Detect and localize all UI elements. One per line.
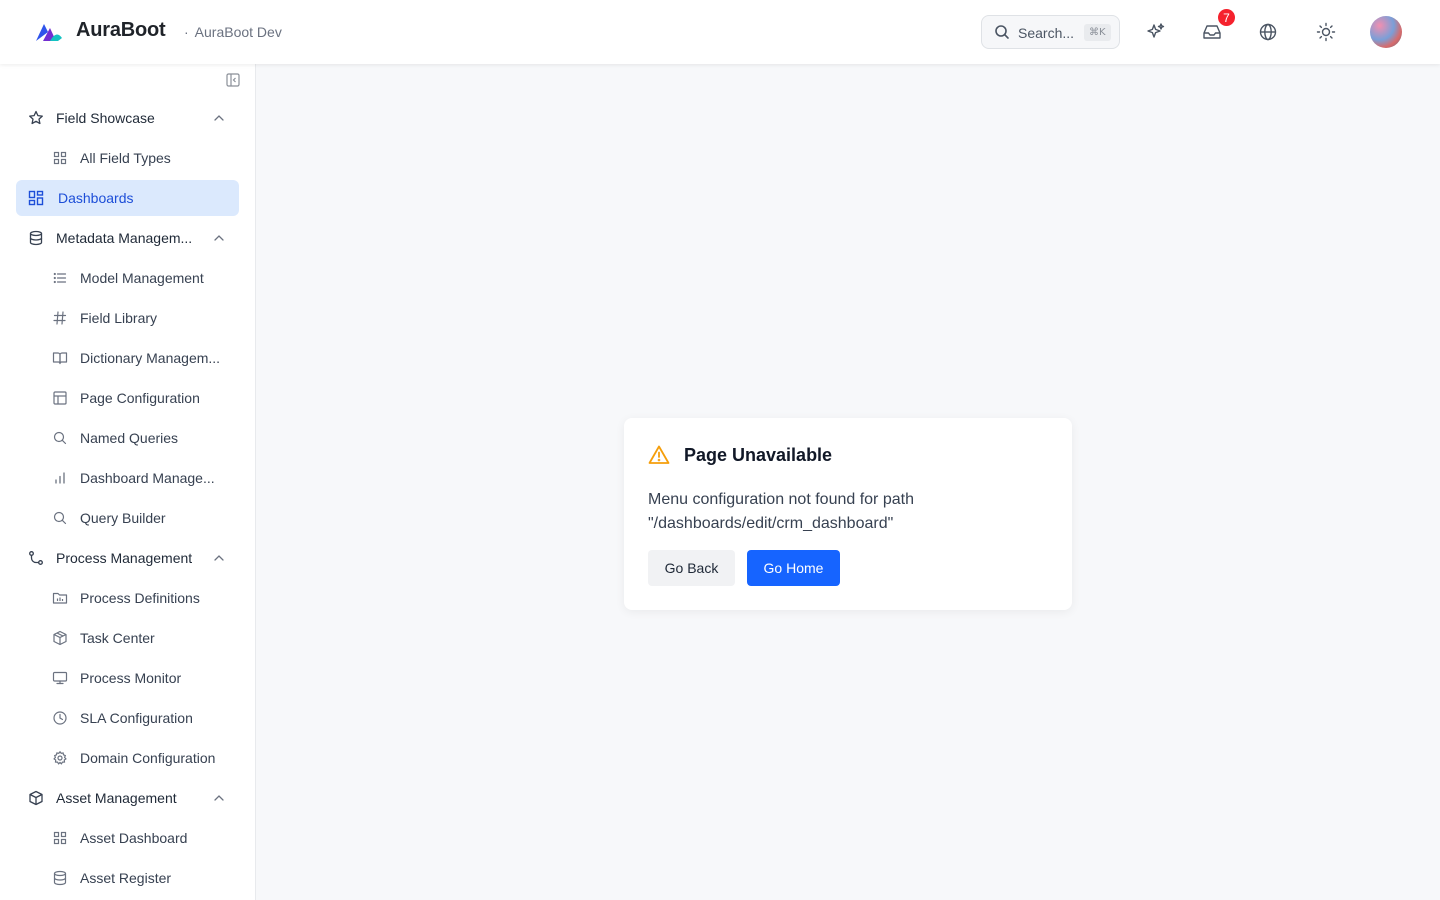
sidebar-item-label: SLA Configuration <box>80 710 193 726</box>
sidebar-group-asset-management[interactable]: Asset Management <box>16 780 239 816</box>
database-icon <box>53 870 67 886</box>
sidebar-group-process-management[interactable]: Process Management <box>16 540 239 576</box>
page-unavailable-card: Page Unavailable Menu configuration not … <box>624 418 1072 610</box>
sidebar-item-process-monitor[interactable]: Process Monitor <box>16 660 239 696</box>
notification-badge: 7 <box>1217 8 1236 27</box>
sidebar-item-label: Query Builder <box>80 510 166 526</box>
environment-name: AuraBoot Dev <box>194 24 282 40</box>
list-icon <box>53 272 67 284</box>
error-message: Menu configuration not found for path "/… <box>648 491 914 532</box>
sidebar-item-label: Task Center <box>80 630 155 646</box>
sidebar-item-label: Page Configuration <box>80 390 200 406</box>
theme-toggle-button[interactable] <box>1314 20 1338 44</box>
book-open-icon <box>52 352 68 365</box>
globe-icon <box>1259 23 1277 41</box>
database-icon <box>29 230 43 246</box>
sidebar-item-label: Asset Dashboard <box>80 830 188 846</box>
sparkles-icon <box>1147 23 1165 38</box>
sidebar-item-page-configuration[interactable]: Page Configuration <box>16 380 239 416</box>
go-back-button[interactable]: Go Back <box>648 550 735 586</box>
search-icon <box>53 511 67 525</box>
sidebar-item-label: Domain Configuration <box>80 750 216 766</box>
sidebar-item-domain-configuration[interactable]: Domain Configuration <box>16 740 239 776</box>
layout-dashboard-icon <box>28 190 44 206</box>
sidebar-item-label: Process Monitor <box>80 670 182 686</box>
sidebar-group-label: Field Showcase <box>56 110 155 126</box>
sidebar-group-label: Asset Management <box>56 790 177 806</box>
sidebar-item-all-field-types[interactable]: All Field Types <box>16 140 239 176</box>
sidebar-group-metadata-management[interactable]: Metadata Managem... <box>16 220 239 256</box>
sidebar-item-label: Field Library <box>80 310 158 326</box>
sidebar: Field Showcase All Field Types Dashboard… <box>0 64 256 900</box>
monitor-icon <box>52 671 68 685</box>
sidebar-item-task-center[interactable]: Task Center <box>16 620 239 656</box>
sidebar-item-dashboards[interactable]: Dashboards <box>16 180 239 216</box>
sidebar-item-label: Dictionary Managem... <box>80 350 221 366</box>
package-icon <box>53 630 67 646</box>
sidebar-item-field-library[interactable]: Field Library <box>16 300 239 336</box>
user-avatar[interactable] <box>1370 16 1402 48</box>
sidebar-group-label: Metadata Managem... <box>56 230 193 246</box>
clock-icon <box>53 711 67 725</box>
sidebar-item-sla-configuration[interactable]: SLA Configuration <box>16 700 239 736</box>
inbox-icon <box>1203 25 1221 39</box>
sidebar-group-field-showcase[interactable]: Field Showcase <box>16 100 239 136</box>
chevron-up-icon[interactable] <box>212 111 226 125</box>
chevron-up-icon[interactable] <box>212 551 226 565</box>
folder-chart-icon <box>52 592 68 604</box>
search-shortcut: ⌘K <box>1084 24 1111 41</box>
brand-name[interactable]: AuraBoot <box>76 19 166 42</box>
bar-chart-icon <box>55 472 65 484</box>
environment-label: · AuraBoot Dev <box>184 24 282 40</box>
sidebar-item-query-builder[interactable]: Query Builder <box>16 500 239 536</box>
sidebar-item-label: Dashboards <box>58 190 134 206</box>
grid-icon <box>53 831 67 845</box>
language-button[interactable] <box>1256 20 1280 44</box>
chevron-up-icon[interactable] <box>212 791 226 805</box>
star-icon <box>29 110 43 125</box>
sidebar-item-label: Model Management <box>80 270 204 286</box>
sidebar-item-process-definitions[interactable]: Process Definitions <box>16 580 239 616</box>
sun-icon <box>1316 22 1336 42</box>
sidebar-item-label: Dashboard Manage... <box>80 470 215 486</box>
chevron-up-icon[interactable] <box>212 231 226 245</box>
gear-icon <box>53 750 67 765</box>
auraboot-logo-icon[interactable] <box>34 20 64 44</box>
top-header: AuraBoot · AuraBoot Dev Search... ⌘K 7 <box>0 0 1440 64</box>
search-icon <box>53 431 67 445</box>
go-home-button[interactable]: Go Home <box>747 550 840 586</box>
search-button[interactable]: Search... ⌘K <box>981 15 1120 49</box>
sidebar-item-label: Process Definitions <box>80 590 200 606</box>
sidebar-item-asset-register[interactable]: Asset Register <box>16 860 239 896</box>
warning-triangle-icon <box>648 445 670 464</box>
sidebar-collapse-icon[interactable] <box>226 73 240 87</box>
sidebar-item-label: Asset Register <box>80 870 172 886</box>
sidebar-item-model-management[interactable]: Model Management <box>16 260 239 296</box>
sidebar-group-label: Process Management <box>56 550 193 566</box>
sidebar-item-named-queries[interactable]: Named Queries <box>16 420 239 456</box>
layout-icon <box>53 391 67 405</box>
error-title: Page Unavailable <box>684 445 833 465</box>
hash-icon <box>53 311 67 325</box>
sidebar-item-dashboard-management[interactable]: Dashboard Manage... <box>16 460 239 496</box>
box-icon <box>29 790 43 806</box>
git-branch-icon <box>29 551 43 565</box>
sidebar-item-asset-dashboard[interactable]: Asset Dashboard <box>16 820 239 856</box>
ai-sparkle-button[interactable] <box>1144 20 1168 44</box>
search-icon <box>995 25 1009 39</box>
sidebar-item-label: All Field Types <box>80 150 171 166</box>
search-placeholder: Search... <box>1018 25 1075 41</box>
grid-icon <box>53 151 67 165</box>
sidebar-item-dictionary-management[interactable]: Dictionary Managem... <box>16 340 239 376</box>
sidebar-item-label: Named Queries <box>80 430 179 446</box>
environment-separator: · <box>184 24 189 40</box>
